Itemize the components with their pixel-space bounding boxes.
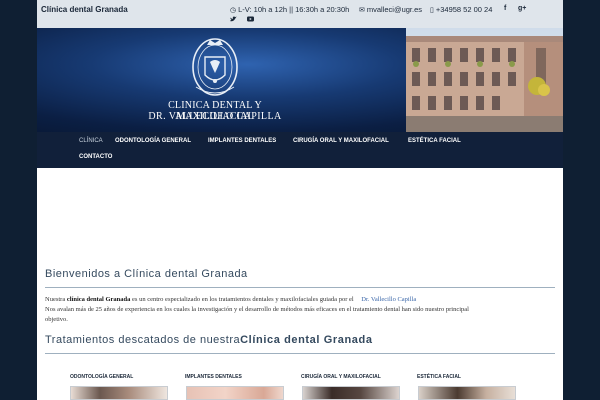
main-content: Bienvenidos a Clínica dental Granada Nue… (37, 168, 563, 400)
treatments-heading: Tratamientos descatados de nuestraClínic… (45, 334, 373, 346)
intro-mid: es un centro especializado en los tratam… (132, 296, 354, 303)
intro-bold: clínica dental Granada (66, 296, 131, 303)
email-text[interactable]: mvalleci@ugr.es (367, 5, 422, 14)
intro-paragraph-line-1: Nuestra clínica dental Granada es un cen… (45, 296, 416, 303)
nav-item-contacto[interactable]: CONTACTO (79, 154, 112, 160)
top-bar: Clínica dental Granada ◷ L-V: 10h a 12h |… (37, 0, 563, 28)
building-photo (406, 28, 563, 132)
treatments-heading-bold: Clínica dental Granada (240, 334, 373, 346)
nav-item-estetica-facial[interactable]: ESTÉTICA FACIAL (408, 138, 461, 144)
divider (45, 353, 555, 354)
card-label-odontologia[interactable]: ODONTOLOGÍA GENERAL (70, 374, 133, 380)
nav-item-clinica[interactable]: CLÍNICA (79, 138, 103, 144)
card-label-estetica[interactable]: ESTÉTICA FACIAL (417, 374, 461, 380)
envelope-icon: ✉ (359, 7, 365, 14)
email-contact[interactable]: ✉ mvalleci@ugr.es (359, 5, 422, 14)
card-image-cirugia[interactable] (302, 386, 400, 400)
card-image-odontologia[interactable] (70, 386, 168, 400)
intro-paragraph-line-2: Nos avalan más de 25 años de experiencia… (45, 306, 469, 313)
nav-item-implantes-dentales[interactable]: IMPLANTES DENTALES (208, 138, 276, 144)
google-plus-icon[interactable]: g+ (518, 5, 526, 12)
site-name[interactable]: Clínica dental Granada (41, 5, 128, 14)
intro-pre: Nuestra (45, 296, 66, 303)
clinic-subtitle: DR. VALLECILLO CAPILLA (148, 111, 282, 122)
phone-icon: ▯ (430, 7, 434, 14)
divider (45, 287, 555, 288)
card-image-implantes[interactable] (186, 386, 284, 400)
doctor-link[interactable]: Dr. Vallecillo Capilla (361, 296, 416, 303)
opening-hours-text: L-V: 10h a 12h || 16:30h a 20:30h (238, 5, 350, 14)
youtube-icon[interactable] (247, 16, 254, 24)
treatments-heading-text: Tratamientos descatados de nuestra (45, 334, 241, 346)
twitter-icon[interactable] (230, 16, 237, 24)
university-crest-logo[interactable] (190, 37, 240, 97)
main-nav: CLÍNICA ODONTOLOGÍA GENERAL IMPLANTES DE… (37, 132, 563, 168)
phone-contact: ▯ +34958 52 00 24 (430, 5, 492, 14)
clock-icon: ◷ (230, 7, 237, 14)
card-label-cirugia[interactable]: CIRUGÍA ORAL Y MAXILOFACIAL (301, 374, 381, 380)
header-banner: CLINICA DENTAL Y MAXILOFACIAL DR. VALLEC… (37, 28, 563, 132)
card-image-estetica[interactable] (418, 386, 516, 400)
nav-item-odontologia-general[interactable]: ODONTOLOGÍA GENERAL (115, 138, 191, 144)
phone-text: +34958 52 00 24 (435, 5, 493, 14)
opening-hours: ◷ L-V: 10h a 12h || 16:30h a 20:30h (230, 5, 349, 14)
intro-paragraph-line-3: objetivo. (45, 316, 68, 323)
welcome-heading: Bienvenidos a Clínica dental Granada (45, 268, 248, 280)
nav-item-cirugia-oral[interactable]: CIRUGÍA ORAL Y MAXILOFACIAL (293, 138, 389, 144)
card-label-implantes[interactable]: IMPLANTES DENTALES (185, 374, 242, 380)
facebook-icon[interactable]: f (504, 5, 506, 12)
